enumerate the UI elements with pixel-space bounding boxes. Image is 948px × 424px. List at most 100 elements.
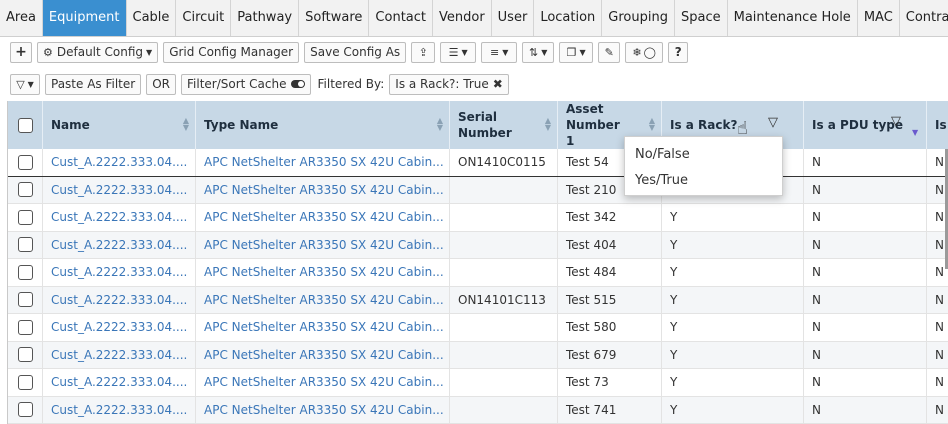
row-checkbox[interactable] bbox=[17, 319, 33, 335]
table-row[interactable]: Cust_A.2222.333.04.... APC NetShelter AR3… bbox=[8, 396, 948, 424]
export-button[interactable]: ⇪ bbox=[411, 41, 436, 63]
row-select-cell bbox=[8, 149, 43, 176]
filter-menu-button[interactable]: ▽ ▼ bbox=[10, 73, 40, 95]
pin-button[interactable]: ✎ bbox=[598, 41, 621, 63]
tab-contact[interactable]: Contact bbox=[369, 0, 433, 36]
tab-contract[interactable]: Contract bbox=[900, 0, 948, 36]
cell-type-name[interactable]: APC NetShelter AR3350 SX 42U Cabin... bbox=[196, 204, 450, 231]
cell-type-name[interactable]: APC NetShelter AR3350 SX 42U Cabin... bbox=[196, 314, 450, 341]
table-row[interactable]: Cust_A.2222.333.04.... APC NetShelter AR3… bbox=[8, 259, 948, 287]
tab-equipment[interactable]: Equipment bbox=[42, 0, 127, 36]
help-button[interactable]: ? bbox=[668, 41, 689, 63]
row-checkbox[interactable] bbox=[17, 182, 33, 198]
tab-space[interactable]: Space bbox=[675, 0, 728, 36]
table-row[interactable]: Cust_A.2222.333.04.... APC NetShelter AR3… bbox=[8, 149, 948, 177]
paste-as-filter-button[interactable]: Paste As Filter bbox=[45, 73, 142, 95]
cell-name[interactable]: Cust_A.2222.333.04.... bbox=[43, 396, 196, 423]
cell-name[interactable]: Cust_A.2222.333.04.... bbox=[43, 231, 196, 258]
cell-asset-number: Test 515 bbox=[558, 286, 662, 313]
tab-software[interactable]: Software bbox=[299, 0, 370, 36]
row-checkbox[interactable] bbox=[17, 374, 33, 390]
table-row[interactable]: Cust_A.2222.333.04.... APC NetShelter AR3… bbox=[8, 314, 948, 342]
column-header-serial-number[interactable]: Serial Number ▲ ▼ bbox=[450, 101, 558, 149]
row-checkbox[interactable] bbox=[17, 402, 33, 418]
cell-type-name[interactable]: APC NetShelter AR3350 SX 42U Cabin... bbox=[196, 396, 450, 423]
tab-user[interactable]: User bbox=[492, 0, 535, 36]
cell-type-name[interactable]: APC NetShelter AR3350 SX 42U Cabin... bbox=[196, 369, 450, 396]
tab-area[interactable]: Area bbox=[0, 0, 43, 36]
view-mode-dropdown[interactable]: ☰ ▼ bbox=[440, 41, 477, 63]
table-row[interactable]: Cust_A.2222.333.04.... APC NetShelter AR3… bbox=[8, 369, 948, 397]
cell-is: N bbox=[927, 369, 948, 396]
column-header-type-name[interactable]: Type Name ▲ ▼ bbox=[196, 101, 450, 149]
cell-is-a-pdu-type: N bbox=[804, 396, 927, 423]
cell-asset-number: Test 73 bbox=[558, 369, 662, 396]
cell-is-a-pdu-type: N bbox=[804, 204, 927, 231]
active-filter-chip[interactable]: Is a Rack?: True ✖ bbox=[389, 73, 509, 95]
cell-type-name[interactable]: APC NetShelter AR3350 SX 42U Cabin... bbox=[196, 149, 450, 176]
table-row[interactable]: Cust_A.2222.333.04.... APC NetShelter AR3… bbox=[8, 341, 948, 369]
cell-asset-number: Test 679 bbox=[558, 341, 662, 368]
sort-arrows-icon[interactable]: ▲ ▼ bbox=[649, 117, 655, 132]
default-config-dropdown[interactable]: ⚙ Default Config ▼ bbox=[37, 41, 159, 63]
tab-pathway[interactable]: Pathway bbox=[231, 0, 300, 36]
cell-name[interactable]: Cust_A.2222.333.04.... bbox=[43, 204, 196, 231]
save-config-as-button[interactable]: Save Config As bbox=[304, 41, 407, 63]
tab-grouping[interactable]: Grouping bbox=[602, 0, 675, 36]
filtered-by-label: Filtered By: bbox=[317, 77, 385, 91]
freeze-toggle-button[interactable]: ❄ ◯ bbox=[625, 41, 664, 63]
filter-sort-cache-toggle[interactable]: Filter/Sort Cache bbox=[181, 73, 311, 95]
sort-dropdown[interactable]: ⇅ ▼ bbox=[522, 41, 555, 63]
cell-is-a-rack: Y bbox=[662, 204, 804, 231]
cell-type-name[interactable]: APC NetShelter AR3350 SX 42U Cabin... bbox=[196, 259, 450, 286]
cell-name[interactable]: Cust_A.2222.333.04.... bbox=[43, 314, 196, 341]
row-checkbox[interactable] bbox=[17, 209, 33, 225]
cell-serial-number bbox=[450, 341, 558, 368]
row-select-cell bbox=[8, 396, 43, 423]
filter-option-yes-true[interactable]: Yes/True bbox=[625, 168, 782, 194]
copy-dropdown[interactable]: ❐ ▼ bbox=[559, 41, 594, 63]
column-filter-icon[interactable]: ▽ bbox=[891, 114, 901, 129]
cell-type-name[interactable]: APC NetShelter AR3350 SX 42U Cabin... bbox=[196, 176, 450, 203]
cell-type-name[interactable]: APC NetShelter AR3350 SX 42U Cabin... bbox=[196, 286, 450, 313]
columns-dropdown[interactable]: ≡ ▼ bbox=[481, 41, 518, 63]
tab-circuit[interactable]: Circuit bbox=[176, 0, 232, 36]
equipment-grid: Name ▲ ▼ Type Name ▲ ▼ Serial Number ▲ ▼ As… bbox=[7, 101, 948, 424]
row-checkbox[interactable] bbox=[17, 154, 33, 170]
tab-cable[interactable]: Cable bbox=[127, 0, 177, 36]
select-all-checkbox[interactable] bbox=[17, 117, 33, 133]
sort-arrows-icon[interactable]: ▲ ▼ bbox=[545, 117, 551, 132]
cell-name[interactable]: Cust_A.2222.333.04.... bbox=[43, 149, 196, 176]
row-checkbox[interactable] bbox=[17, 264, 33, 280]
table-row[interactable]: Cust_A.2222.333.04.... APC NetShelter AR3… bbox=[8, 176, 948, 204]
filter-option-no-false[interactable]: No/False bbox=[625, 142, 782, 168]
table-row[interactable]: Cust_A.2222.333.04.... APC NetShelter AR3… bbox=[8, 286, 948, 314]
tab-maintenance-hole[interactable]: Maintenance Hole bbox=[728, 0, 858, 36]
cell-name[interactable]: Cust_A.2222.333.04.... bbox=[43, 176, 196, 203]
column-header-is-a-pdu-type[interactable]: Is a PDU type ▽ ▼ bbox=[804, 101, 927, 149]
cell-type-name[interactable]: APC NetShelter AR3350 SX 42U Cabin... bbox=[196, 341, 450, 368]
remove-filter-icon[interactable]: ✖ bbox=[493, 77, 503, 91]
sort-arrows-icon[interactable]: ▲ ▼ bbox=[183, 117, 189, 132]
cell-name[interactable]: Cust_A.2222.333.04.... bbox=[43, 341, 196, 368]
sort-arrows-icon[interactable]: ▲ ▼ bbox=[437, 117, 443, 132]
add-button[interactable]: + bbox=[10, 41, 32, 63]
column-header-name[interactable]: Name ▲ ▼ bbox=[43, 101, 196, 149]
grid-config-manager-button[interactable]: Grid Config Manager bbox=[163, 41, 300, 63]
cell-name[interactable]: Cust_A.2222.333.04.... bbox=[43, 369, 196, 396]
tab-vendor[interactable]: Vendor bbox=[433, 0, 492, 36]
tab-location[interactable]: Location bbox=[534, 0, 603, 36]
row-checkbox[interactable] bbox=[17, 347, 33, 363]
table-row[interactable]: Cust_A.2222.333.04.... APC NetShelter AR3… bbox=[8, 231, 948, 259]
column-filter-icon[interactable]: ▽ bbox=[768, 115, 778, 130]
sort-desc-icon[interactable]: ▼ bbox=[912, 128, 918, 137]
or-button[interactable]: OR bbox=[146, 73, 176, 95]
cell-name[interactable]: Cust_A.2222.333.04.... bbox=[43, 259, 196, 286]
tab-mac[interactable]: MAC bbox=[858, 0, 900, 36]
column-header-is[interactable]: Is bbox=[927, 101, 948, 149]
table-row[interactable]: Cust_A.2222.333.04.... APC NetShelter AR3… bbox=[8, 204, 948, 232]
row-checkbox[interactable] bbox=[17, 292, 33, 308]
cell-type-name[interactable]: APC NetShelter AR3350 SX 42U Cabin... bbox=[196, 231, 450, 258]
cell-name[interactable]: Cust_A.2222.333.04.... bbox=[43, 286, 196, 313]
row-checkbox[interactable] bbox=[17, 237, 33, 253]
